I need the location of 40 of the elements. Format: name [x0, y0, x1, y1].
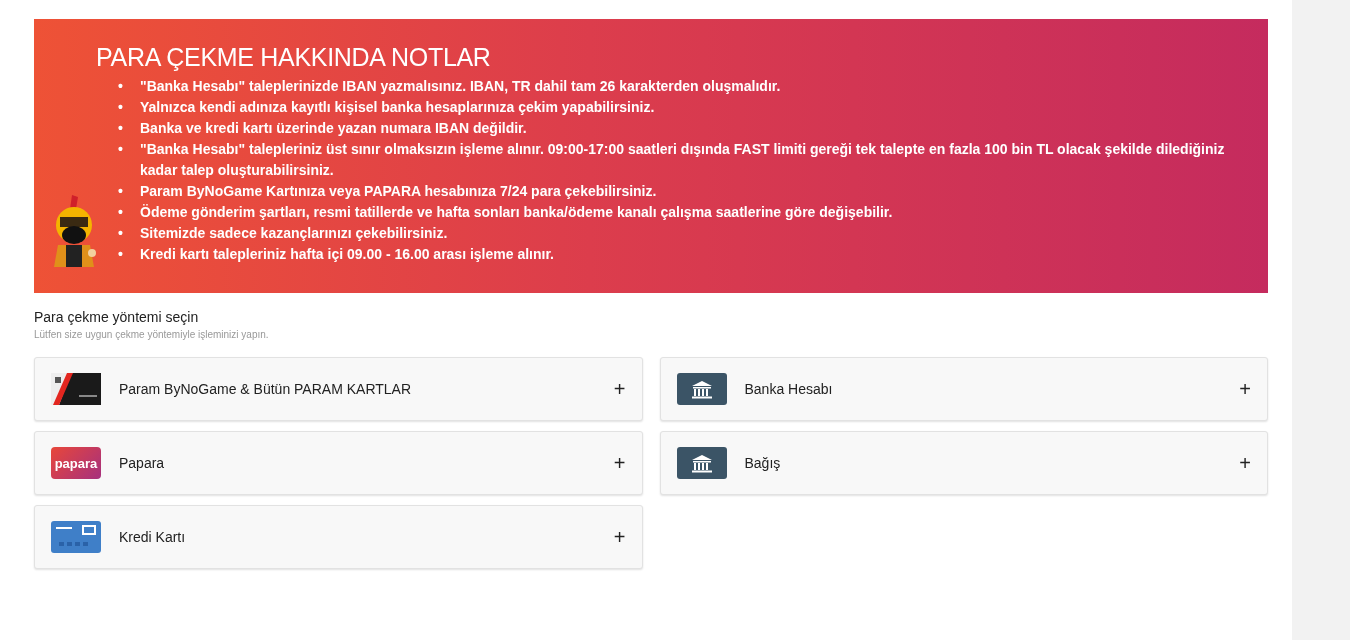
bullet: •: [118, 204, 123, 220]
note-item: "Banka Hesabı" talepleriniz üst sınır olmaksızın işleme alınır. 09:00-17:00 saatleri dışında FAST limiti gereği tek talepte en fazla 100 bin TL olacak şekilde dilediğiniz kadar talep oluşturabilirsiniz.: [140, 140, 1226, 180]
expand-icon[interactable]: +: [1239, 379, 1251, 399]
note-item: Sitemizde sadece kazançlarınızı çekebilirsiniz.: [140, 224, 448, 243]
bullet: •: [118, 183, 123, 199]
bullet: •: [118, 246, 123, 262]
payment-method-item[interactable]: Kredi Kartı +: [34, 505, 643, 569]
section-subtitle: Lütfen size uygun çekme yöntemiyle işleminizi yapın.: [34, 329, 270, 340]
method-label: Papara: [119, 455, 165, 471]
bullet: •: [118, 141, 123, 157]
knight-mascot-icon: [52, 195, 96, 269]
note-item: Param ByNoGame Kartınıza veya PAPARA hesabınıza 7/24 para çekebilirsiniz.: [140, 182, 657, 201]
bullet: •: [118, 225, 123, 241]
note-item: Kredi kartı talepleriniz hafta içi 09.00 - 16.00 arası işleme alınır.: [140, 245, 554, 264]
method-label: Bağış: [744, 455, 781, 471]
method-label: Param ByNoGame & Bütün PARAM KARTLAR: [119, 381, 412, 397]
payment-method-item[interactable]: papara Papara +: [34, 431, 643, 495]
note-item: "Banka Hesabı" taleplerinizde IBAN yazmalısınız. IBAN, TR dahil tam 26 karakterden oluşmalıdır.: [140, 77, 781, 96]
bank-icon: [676, 447, 727, 479]
method-label: Banka Hesabı: [744, 381, 833, 397]
method-label: Kredi Kartı: [119, 529, 186, 545]
credit-card-icon: [51, 521, 101, 553]
payment-method-item[interactable]: Param ByNoGame & Bütün PARAM KARTLAR +: [34, 357, 643, 421]
bullet: •: [118, 78, 123, 94]
note-item: Banka ve kredi kartı üzerinde yazan numara IBAN değildir.: [140, 119, 527, 138]
bullet: •: [118, 120, 123, 136]
bank-icon: [676, 373, 727, 405]
expand-icon[interactable]: +: [1239, 453, 1251, 473]
expand-icon[interactable]: +: [613, 527, 626, 547]
payment-method-item[interactable]: Banka Hesabı +: [659, 357, 1268, 421]
bullet: •: [118, 99, 123, 115]
expand-icon[interactable]: +: [613, 379, 626, 399]
notes-title: PARA ÇEKME HAKKINDA NOTLAR: [96, 43, 492, 72]
note-item: Yalnızca kendi adınıza kayıtlı kişisel banka hesaplarınıza çekim yapabilirsiniz.: [140, 98, 655, 117]
section-title: Para çekme yöntemi seçin: [34, 308, 200, 326]
expand-icon[interactable]: +: [613, 453, 626, 473]
papara-logo: papara: [51, 447, 101, 479]
note-item: Ödeme gönderim şartları, resmi tatillerde ve hafta sonları banka/ödeme kanalı çalışma saatlerine göre değişebilir.: [140, 203, 893, 222]
card-icon: [51, 373, 101, 405]
payment-method-item[interactable]: Bağış +: [659, 431, 1268, 495]
